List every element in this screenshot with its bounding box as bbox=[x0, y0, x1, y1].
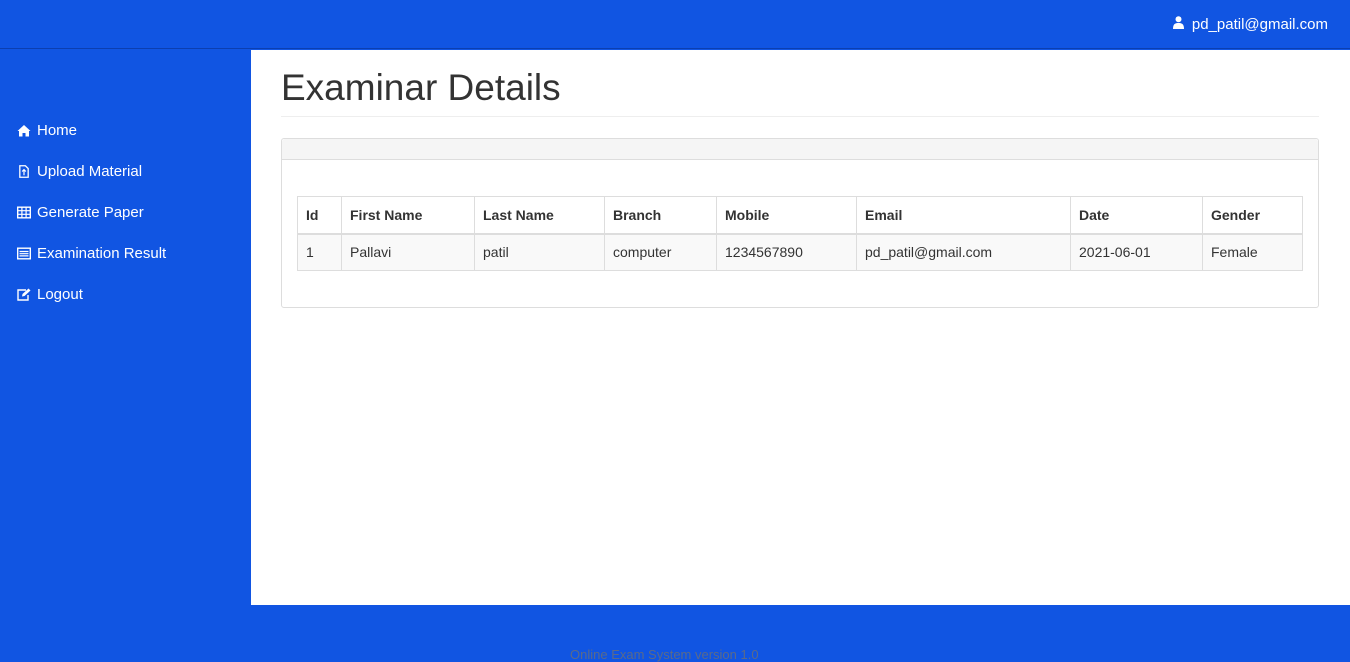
table-icon bbox=[16, 206, 32, 220]
sidebar-item-label: Upload Material bbox=[37, 163, 143, 180]
sidebar-item-label: Generate Paper bbox=[37, 204, 144, 221]
main-content: Examinar Details Id First Name Last Name… bbox=[251, 50, 1350, 605]
column-header-mobile: Mobile bbox=[716, 196, 857, 235]
footer: Online Exam System version 1.0 bbox=[0, 605, 1350, 662]
column-header-branch: Branch bbox=[604, 196, 717, 235]
top-navbar: pd_patil@gmail.com bbox=[0, 0, 1350, 49]
column-header-first-name: First Name bbox=[341, 196, 475, 235]
cell-first-name: Pallavi bbox=[341, 233, 475, 271]
column-header-last-name: Last Name bbox=[474, 196, 605, 235]
examiner-panel: Id First Name Last Name Branch Mobile Em… bbox=[281, 138, 1319, 308]
cell-email: pd_patil@gmail.com bbox=[856, 233, 1071, 271]
table-row: 1 Pallavi patil computer 1234567890 pd_p… bbox=[297, 233, 1303, 271]
cell-last-name: patil bbox=[474, 233, 605, 271]
sidebar-item-upload-material[interactable]: Upload Material bbox=[0, 151, 250, 192]
sidebar-item-generate-paper[interactable]: Generate Paper bbox=[0, 192, 250, 233]
sidebar-item-label: Examination Result bbox=[37, 245, 167, 262]
cell-branch: computer bbox=[604, 233, 717, 271]
edit-icon bbox=[16, 288, 32, 302]
list-icon bbox=[16, 247, 32, 261]
panel-heading bbox=[282, 139, 1318, 160]
cell-gender: Female bbox=[1202, 233, 1303, 271]
title-divider bbox=[281, 116, 1319, 117]
user-icon bbox=[1172, 16, 1184, 33]
page-title: Examinar Details bbox=[281, 67, 561, 108]
sidebar-nav: Home Upload Material Generate Paper Exam… bbox=[0, 110, 250, 315]
file-upload-icon bbox=[16, 165, 32, 179]
footer-text: Online Exam System version 1.0 bbox=[570, 647, 759, 662]
table-header-row: Id First Name Last Name Branch Mobile Em… bbox=[297, 196, 1303, 235]
cell-id: 1 bbox=[297, 233, 342, 271]
sidebar: Home Upload Material Generate Paper Exam… bbox=[0, 50, 250, 605]
sidebar-item-home[interactable]: Home bbox=[0, 110, 250, 151]
home-icon bbox=[16, 124, 32, 138]
sidebar-item-logout[interactable]: Logout bbox=[0, 274, 250, 315]
user-menu[interactable]: pd_patil@gmail.com bbox=[1172, 16, 1328, 33]
cell-mobile: 1234567890 bbox=[716, 233, 857, 271]
sidebar-item-label: Home bbox=[37, 122, 78, 139]
examiner-table: Id First Name Last Name Branch Mobile Em… bbox=[297, 196, 1303, 271]
column-header-id: Id bbox=[297, 196, 342, 235]
sidebar-item-label: Logout bbox=[37, 286, 83, 303]
column-header-date: Date bbox=[1070, 196, 1203, 235]
user-email: pd_patil@gmail.com bbox=[1191, 16, 1328, 33]
cell-date: 2021-06-01 bbox=[1070, 233, 1203, 271]
column-header-email: Email bbox=[856, 196, 1071, 235]
sidebar-item-examination-result[interactable]: Examination Result bbox=[0, 233, 250, 274]
column-header-gender: Gender bbox=[1202, 196, 1303, 235]
